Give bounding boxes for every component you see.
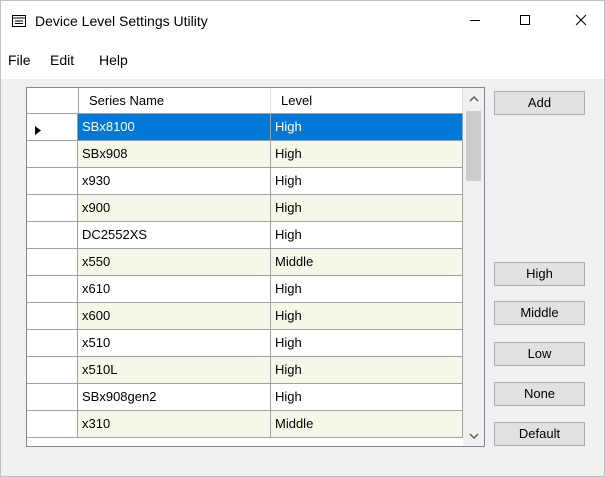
middle-button[interactable]: Middle	[494, 301, 585, 325]
row-header[interactable]	[27, 195, 78, 222]
row-pointer-icon	[35, 123, 41, 138]
cell-series-name[interactable]: x510L	[78, 357, 271, 384]
maximize-icon	[519, 14, 531, 29]
row-header[interactable]	[27, 276, 78, 303]
window-title: Device Level Settings Utility	[35, 13, 208, 29]
minimize-button[interactable]	[452, 1, 498, 41]
row-header[interactable]	[27, 168, 78, 195]
add-button[interactable]: Add	[494, 91, 585, 115]
row-header[interactable]	[27, 330, 78, 357]
none-button[interactable]: None	[494, 382, 585, 406]
cell-series-name[interactable]: x930	[78, 168, 271, 195]
series-level-grid[interactable]: Series Name Level SBx8100 High SBx908 High x…	[26, 87, 485, 447]
cell-level[interactable]: High	[271, 357, 463, 384]
scroll-up-icon	[468, 91, 479, 106]
cell-series-name[interactable]: SBx8100	[78, 114, 271, 141]
menu-file[interactable]: File	[8, 52, 31, 68]
cell-level[interactable]: High	[271, 141, 463, 168]
column-header-level[interactable]: Level	[271, 88, 463, 114]
cell-series-name[interactable]: x610	[78, 276, 271, 303]
cell-series-name[interactable]: SBx908gen2	[78, 384, 271, 411]
cell-level[interactable]: High	[271, 384, 463, 411]
scroll-down-icon	[468, 428, 479, 443]
maximize-button[interactable]	[502, 1, 548, 41]
row-header[interactable]	[27, 303, 78, 330]
title-bar[interactable]: Device Level Settings Utility	[1, 1, 604, 41]
grid-corner-header	[27, 88, 79, 114]
default-button[interactable]: Default	[494, 422, 585, 446]
cell-level[interactable]: Middle	[271, 411, 463, 438]
minimize-icon	[469, 14, 481, 29]
cell-level[interactable]: High	[271, 276, 463, 303]
low-button[interactable]: Low	[494, 342, 585, 366]
row-header[interactable]	[27, 384, 78, 411]
cell-series-name[interactable]: x600	[78, 303, 271, 330]
cell-series-name[interactable]: x900	[78, 195, 271, 222]
row-header[interactable]	[27, 249, 78, 276]
menu-help[interactable]: Help	[99, 52, 128, 68]
row-header[interactable]	[27, 222, 78, 249]
scroll-up-button[interactable]	[463, 88, 484, 109]
grid-vertical-scrollbar[interactable]	[463, 88, 484, 446]
cell-series-name[interactable]: DC2552XS	[78, 222, 271, 249]
cell-level[interactable]: High	[271, 195, 463, 222]
cell-level[interactable]: High	[271, 222, 463, 249]
row-header[interactable]	[27, 411, 78, 438]
column-header-series-name[interactable]: Series Name	[79, 88, 271, 114]
cell-series-name[interactable]: x310	[78, 411, 271, 438]
window-app-icon	[12, 15, 26, 27]
cell-level[interactable]: Middle	[271, 249, 463, 276]
menu-bar: File Edit Help	[1, 41, 604, 79]
row-header[interactable]	[27, 357, 78, 384]
close-icon	[575, 14, 587, 29]
high-button[interactable]: High	[494, 262, 585, 286]
cell-series-name[interactable]: x510	[78, 330, 271, 357]
scroll-down-button[interactable]	[463, 425, 484, 446]
cell-level[interactable]: High	[271, 330, 463, 357]
close-button[interactable]	[558, 1, 604, 41]
row-header[interactable]	[27, 141, 78, 168]
cell-level[interactable]: High	[271, 168, 463, 195]
cell-series-name[interactable]: SBx908	[78, 141, 271, 168]
cell-level[interactable]: High	[271, 303, 463, 330]
scroll-thumb[interactable]	[466, 111, 481, 181]
row-header[interactable]	[27, 114, 78, 141]
app-window: Device Level Settings Utility File Edit …	[0, 0, 605, 477]
menu-edit[interactable]: Edit	[50, 52, 74, 68]
cell-level[interactable]: High	[271, 114, 463, 141]
cell-series-name[interactable]: x550	[78, 249, 271, 276]
